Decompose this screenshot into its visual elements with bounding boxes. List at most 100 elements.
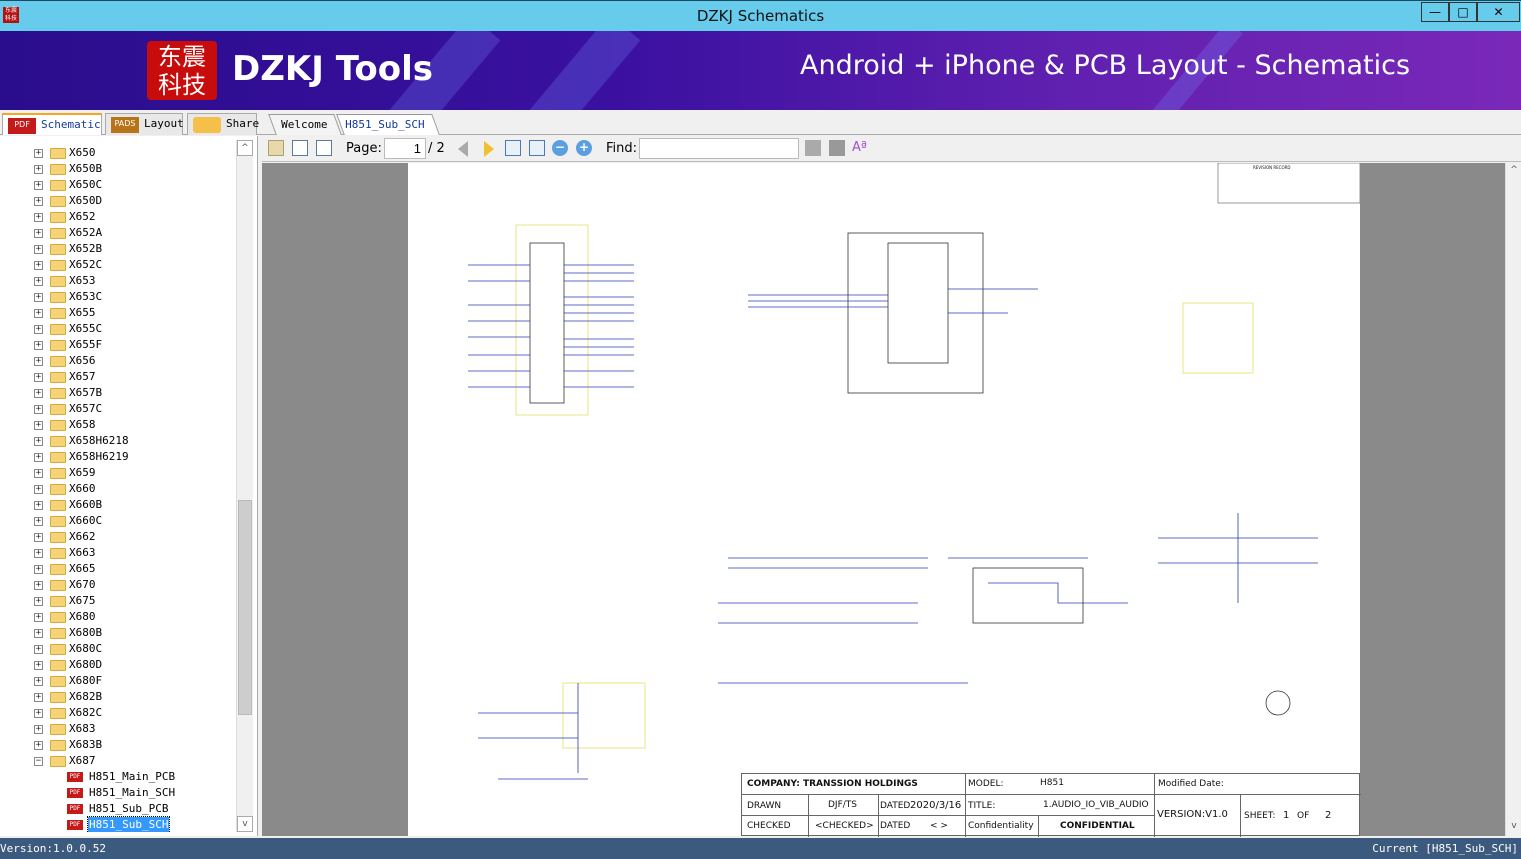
expand-icon[interactable]: + xyxy=(34,725,43,734)
expand-icon[interactable]: + xyxy=(34,565,43,574)
collapse-icon[interactable]: − xyxy=(34,757,43,766)
tree-folder[interactable]: + X663 xyxy=(0,545,236,561)
tree-folder[interactable]: + X665 xyxy=(0,561,236,577)
tree-file[interactable]: PDF H851_Sub_PCB xyxy=(0,801,236,817)
expand-icon[interactable]: + xyxy=(34,389,43,398)
tree-file[interactable]: PDF H851_Main_PCB xyxy=(0,769,236,785)
tree-folder[interactable]: + X680C xyxy=(0,641,236,657)
expand-icon[interactable]: + xyxy=(34,341,43,350)
tab-layout[interactable]: PADS Layout xyxy=(105,113,184,135)
expand-icon[interactable]: + xyxy=(34,645,43,654)
tree-folder[interactable]: + X683B xyxy=(0,737,236,753)
maximize-button[interactable]: □ xyxy=(1449,2,1477,22)
expand-icon[interactable]: + xyxy=(34,677,43,686)
tree-folder[interactable]: + X655F xyxy=(0,337,236,353)
expand-icon[interactable]: + xyxy=(34,357,43,366)
expand-icon[interactable]: + xyxy=(34,597,43,606)
expand-icon[interactable]: + xyxy=(34,197,43,206)
tree-folder[interactable]: + X658H6219 xyxy=(0,449,236,465)
expand-icon[interactable]: + xyxy=(34,325,43,334)
expand-icon[interactable]: + xyxy=(34,421,43,430)
tree-folder[interactable]: + X680B xyxy=(0,625,236,641)
tree-file[interactable]: PDF H851_Sub_SCH xyxy=(0,816,236,832)
tree-folder[interactable]: + X652 xyxy=(0,209,236,225)
tree-folder[interactable]: + X652B xyxy=(0,241,236,257)
tree-folder[interactable]: + X660C xyxy=(0,513,236,529)
close-button[interactable]: ✕ xyxy=(1477,2,1520,22)
tree-folder[interactable]: + X652A xyxy=(0,225,236,241)
find-input[interactable] xyxy=(639,138,799,159)
tree-folder[interactable]: + X675 xyxy=(0,593,236,609)
rotate-cw-icon[interactable] xyxy=(292,140,308,156)
tree-folder[interactable]: + X682C xyxy=(0,705,236,721)
tree-folder[interactable]: + X657 xyxy=(0,369,236,385)
tree-file[interactable]: PDF H851_Main_SCH xyxy=(0,785,236,801)
tree-folder[interactable]: + X670 xyxy=(0,577,236,593)
tree-folder[interactable]: − X687 xyxy=(0,753,236,769)
expand-icon[interactable]: + xyxy=(34,693,43,702)
expand-icon[interactable]: + xyxy=(34,485,43,494)
scroll-up-button[interactable]: ^ xyxy=(237,140,253,156)
expand-icon[interactable]: + xyxy=(34,229,43,238)
fit-page-icon[interactable] xyxy=(529,140,545,156)
tree-folder[interactable]: + X653C xyxy=(0,289,236,305)
next-page-icon[interactable] xyxy=(484,141,494,157)
expand-icon[interactable]: + xyxy=(34,149,43,158)
scroll-thumb[interactable] xyxy=(1507,180,1521,820)
expand-icon[interactable]: + xyxy=(34,453,43,462)
tree-folder[interactable]: + X656 xyxy=(0,353,236,369)
expand-icon[interactable]: + xyxy=(34,581,43,590)
tree-folder[interactable]: + X657B xyxy=(0,385,236,401)
tree-folder[interactable]: + X660 xyxy=(0,481,236,497)
expand-icon[interactable]: + xyxy=(34,549,43,558)
expand-icon[interactable]: + xyxy=(34,741,43,750)
expand-icon[interactable]: + xyxy=(34,533,43,542)
scroll-down-button[interactable]: v xyxy=(1506,819,1521,835)
copy-icon[interactable] xyxy=(268,140,284,156)
tree-folder[interactable]: + X650D xyxy=(0,193,236,209)
expand-icon[interactable]: + xyxy=(34,181,43,190)
tree-folder[interactable]: + X652C xyxy=(0,257,236,273)
scroll-down-button[interactable]: v xyxy=(237,816,253,832)
expand-icon[interactable]: + xyxy=(34,613,43,622)
tree-folder[interactable]: + X680F xyxy=(0,673,236,689)
tree-folder[interactable]: + X659 xyxy=(0,465,236,481)
tree-folder[interactable]: + X657C xyxy=(0,401,236,417)
tree-folder[interactable]: + X658H6218 xyxy=(0,433,236,449)
expand-icon[interactable]: + xyxy=(34,709,43,718)
tree-folder[interactable]: + X655C xyxy=(0,321,236,337)
expand-icon[interactable]: + xyxy=(34,501,43,510)
expand-icon[interactable]: + xyxy=(34,469,43,478)
expand-icon[interactable]: + xyxy=(34,629,43,638)
tree-folder[interactable]: + X650B xyxy=(0,161,236,177)
minimize-button[interactable]: — xyxy=(1421,2,1449,22)
tab-schematic[interactable]: PDF Schematic xyxy=(2,113,102,135)
fit-width-icon[interactable] xyxy=(505,140,521,156)
expand-icon[interactable]: + xyxy=(34,405,43,414)
tree-folder[interactable]: + X653 xyxy=(0,273,236,289)
viewer-scrollbar[interactable]: ^ v xyxy=(1505,163,1521,836)
expand-icon[interactable]: + xyxy=(34,293,43,302)
prev-page-icon[interactable] xyxy=(458,141,468,157)
expand-icon[interactable]: + xyxy=(34,245,43,254)
page-input[interactable] xyxy=(384,138,426,159)
expand-icon[interactable]: + xyxy=(34,213,43,222)
find-previous-icon[interactable] xyxy=(805,140,821,156)
tab-welcome[interactable]: Welcome xyxy=(268,114,342,135)
expand-icon[interactable]: + xyxy=(34,437,43,446)
tab-share[interactable]: Share xyxy=(187,113,259,135)
expand-icon[interactable]: + xyxy=(34,373,43,382)
rotate-ccw-icon[interactable] xyxy=(316,140,332,156)
tab-h851-sub-sch[interactable]: H851_Sub_SCH ✕ xyxy=(336,114,440,152)
zoom-out-icon[interactable]: − xyxy=(552,140,568,156)
expand-icon[interactable]: + xyxy=(34,661,43,670)
tree-folder[interactable]: + X660B xyxy=(0,497,236,513)
expand-icon[interactable]: + xyxy=(34,165,43,174)
zoom-in-icon[interactable]: + xyxy=(576,140,592,156)
match-case-icon[interactable]: Aª xyxy=(852,140,868,156)
tree-folder[interactable]: + X683 xyxy=(0,721,236,737)
scroll-thumb[interactable] xyxy=(238,500,252,715)
expand-icon[interactable]: + xyxy=(34,517,43,526)
document-viewer[interactable]: REVISION RECORD COMPANY: TRANSSION HOLDI… xyxy=(262,162,1505,837)
tree-folder[interactable]: + X680D xyxy=(0,657,236,673)
